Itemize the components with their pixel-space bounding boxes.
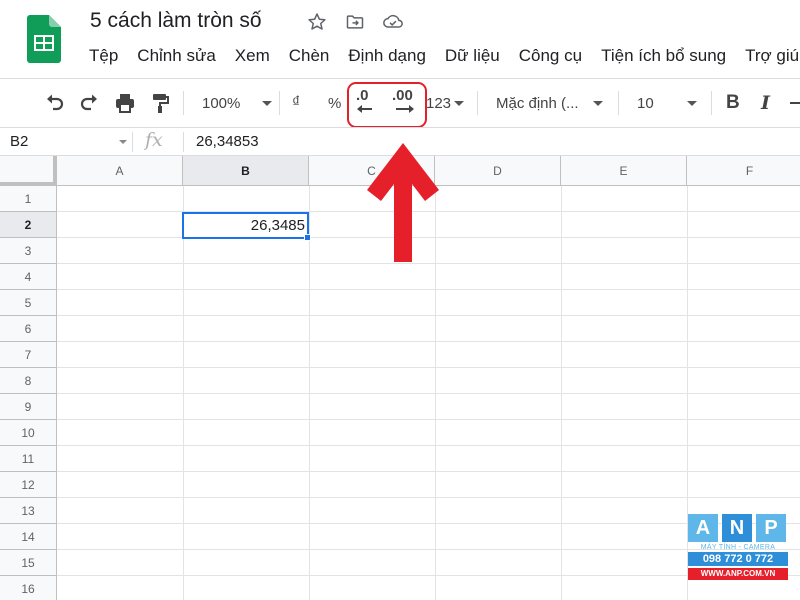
grid-line — [57, 471, 800, 472]
menu-edit[interactable]: Chỉnh sửa — [137, 46, 215, 66]
watermark-letter: P — [756, 514, 786, 542]
chevron-down-icon[interactable] — [119, 140, 127, 144]
star-icon[interactable] — [305, 10, 329, 34]
row-header[interactable]: 12 — [0, 472, 57, 498]
menu-view[interactable]: Xem — [235, 46, 270, 66]
row-header[interactable]: 4 — [0, 264, 57, 290]
menu-data[interactable]: Dữ liệu — [445, 46, 500, 66]
watermark-letter: A — [688, 514, 718, 542]
chevron-down-icon — [686, 100, 697, 106]
grid-line — [57, 289, 800, 290]
watermark-phone: 098 772 0 772 — [688, 552, 788, 566]
grid-line — [57, 315, 800, 316]
chevron-down-icon — [592, 100, 603, 106]
more-formats-select[interactable]: 123 — [426, 89, 465, 117]
row-header[interactable]: 2 — [0, 212, 57, 238]
formula-divider — [132, 132, 133, 152]
name-box[interactable]: B2 — [10, 133, 28, 150]
menu-addons[interactable]: Tiện ích bổ sung — [601, 46, 726, 66]
paint-format-icon[interactable] — [148, 89, 172, 117]
font-family-value: Mặc định (... — [496, 94, 579, 112]
font-family-select[interactable]: Mặc định (... — [496, 89, 603, 117]
toolbar-divider — [618, 91, 619, 115]
row-header[interactable]: 9 — [0, 394, 57, 420]
menu-help[interactable]: Trợ giúp — [745, 46, 800, 66]
percent-format-button[interactable]: % — [328, 89, 341, 117]
strikethrough-icon[interactable] — [790, 89, 800, 117]
menu-format[interactable]: Định dạng — [348, 46, 426, 66]
chevron-down-icon — [262, 100, 273, 106]
row-header[interactable]: 6 — [0, 316, 57, 342]
document-title[interactable]: 5 cách làm tròn số — [90, 9, 262, 33]
row-header[interactable]: 11 — [0, 446, 57, 472]
watermark-site: WWW.ANP.COM.VN — [688, 568, 788, 580]
toolbar-divider — [711, 91, 712, 115]
watermark-letter: N — [722, 514, 752, 542]
cloud-status-icon[interactable] — [381, 10, 405, 34]
row-header[interactable]: 8 — [0, 368, 57, 394]
fx-icon: fx — [145, 129, 163, 151]
grid-line — [57, 497, 800, 498]
row-header[interactable]: 10 — [0, 420, 57, 446]
toolbar-divider — [183, 91, 184, 115]
undo-icon[interactable] — [42, 89, 66, 117]
column-header-a[interactable]: A — [57, 156, 183, 186]
grid-line — [57, 393, 800, 394]
fill-handle[interactable] — [304, 234, 311, 241]
move-folder-icon[interactable] — [343, 10, 367, 34]
formula-input[interactable]: 26,34853 — [196, 133, 259, 150]
row-header[interactable]: 7 — [0, 342, 57, 368]
font-size-select[interactable]: 10 — [637, 89, 697, 117]
grid-line — [57, 419, 800, 420]
zoom-select[interactable]: 100% — [202, 89, 273, 117]
menu-bar: Tệp Chỉnh sửa Xem Chèn Định dạng Dữ liệu… — [89, 46, 800, 66]
redo-icon[interactable] — [78, 89, 102, 117]
row-header[interactable]: 5 — [0, 290, 57, 316]
row-header[interactable]: 14 — [0, 524, 57, 550]
italic-button[interactable]: I — [761, 89, 770, 117]
menu-tools[interactable]: Công cụ — [519, 46, 582, 66]
sheets-logo-icon[interactable] — [27, 15, 61, 63]
chevron-down-icon — [454, 100, 465, 106]
cell-b2[interactable]: 26,3485 — [182, 212, 309, 239]
toolbar-divider — [477, 91, 478, 115]
row-header[interactable]: 3 — [0, 238, 57, 264]
menu-file[interactable]: Tệp — [89, 46, 118, 66]
row-header[interactable]: 13 — [0, 498, 57, 524]
watermark-tagline: MÁY TÍNH - CAMERA — [700, 544, 776, 551]
anp-watermark: A N P MÁY TÍNH - CAMERA 098 772 0 772 WW… — [688, 514, 788, 590]
currency-format-button[interactable]: ₫ — [292, 89, 300, 117]
column-header-d[interactable]: D — [435, 156, 561, 186]
column-header-e[interactable]: E — [561, 156, 687, 186]
row-header[interactable]: 15 — [0, 550, 57, 576]
select-all-corner[interactable] — [0, 156, 57, 186]
formula-divider — [183, 132, 184, 152]
red-arrow-annotation-icon — [367, 143, 439, 262]
zoom-value: 100% — [202, 94, 241, 112]
toolbar-divider — [279, 91, 280, 115]
column-header-f[interactable]: F — [687, 156, 800, 186]
font-size-value: 10 — [637, 94, 654, 112]
more-formats-label: 123 — [426, 94, 452, 112]
menu-insert[interactable]: Chèn — [289, 46, 330, 66]
column-header-b[interactable]: B — [183, 156, 309, 186]
print-icon[interactable] — [113, 89, 137, 117]
bold-button[interactable]: B — [726, 89, 740, 117]
grid-line — [57, 341, 800, 342]
grid-line — [57, 367, 800, 368]
row-header[interactable]: 1 — [0, 186, 57, 212]
decimal-buttons-highlight — [347, 82, 427, 128]
grid-line — [57, 445, 800, 446]
row-header[interactable]: 16 — [0, 576, 57, 600]
